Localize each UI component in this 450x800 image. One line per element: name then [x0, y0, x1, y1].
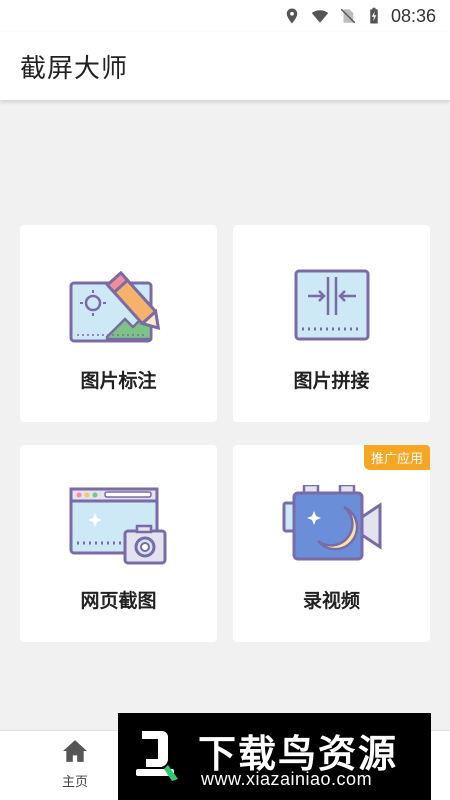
- battery-charging-icon: [370, 7, 378, 24]
- feature-card-image-annotate[interactable]: 图片标注: [20, 225, 217, 422]
- image-stitch-icon: [233, 265, 430, 355]
- bird-logo-icon: [136, 731, 178, 781]
- status-time: 08:36: [390, 5, 436, 26]
- feature-label: 录视频: [302, 590, 360, 612]
- status-bar: 08:36: [0, 0, 450, 32]
- wifi-icon: [311, 10, 329, 23]
- image-annotate-icon: [20, 265, 217, 355]
- webpage-screenshot-icon: [20, 485, 217, 575]
- watermark-url: www.xiazainiao.com: [201, 769, 373, 789]
- feature-card-webpage-screenshot[interactable]: 网页截图: [20, 445, 217, 642]
- nav-item-home[interactable]: 主页: [45, 739, 105, 790]
- feature-label: 图片标注: [80, 370, 157, 392]
- app-bar: 截屏大师: [0, 32, 450, 100]
- status-icons: 08:36: [283, 5, 436, 27]
- feature-label: 图片拼接: [293, 370, 370, 392]
- nav-label-home: 主页: [61, 775, 88, 790]
- promo-badge: 推广应用: [363, 445, 430, 470]
- feature-card-image-stitch[interactable]: 图片拼接: [233, 225, 430, 422]
- video-camera-icon: [233, 485, 430, 575]
- feature-label: 网页截图: [80, 590, 157, 612]
- no-sim-icon: [340, 8, 356, 24]
- home-icon: [63, 740, 87, 762]
- app-title: 截屏大师: [20, 54, 129, 84]
- location-icon: [286, 8, 298, 24]
- watermark-banner: 下载鸟资源 www.xiazainiao.com: [118, 713, 431, 800]
- feature-card-record-video[interactable]: 推广应用 录视频: [233, 445, 430, 642]
